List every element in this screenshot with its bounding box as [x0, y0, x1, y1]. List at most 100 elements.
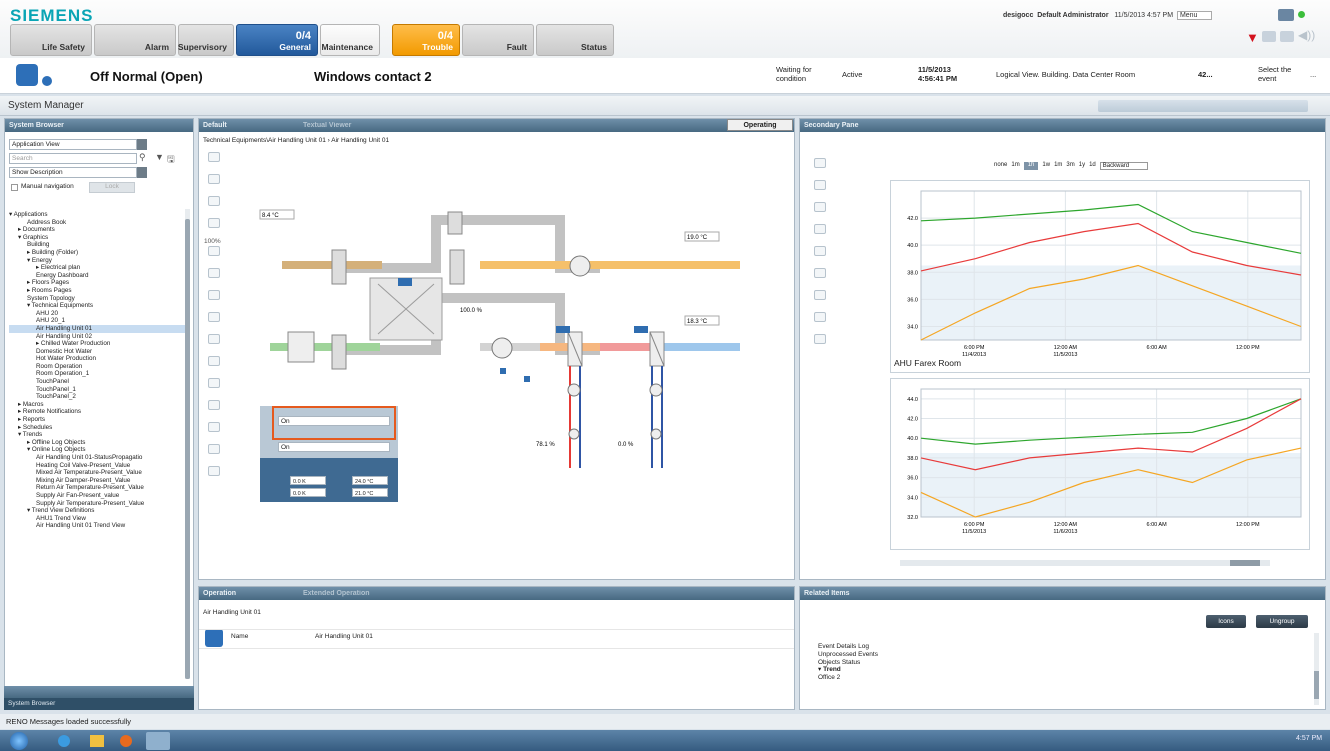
save-as-icon[interactable] — [814, 224, 826, 234]
media-icon[interactable] — [120, 735, 132, 747]
tree-item[interactable]: Supply Air Temperature-Present_Value — [9, 500, 185, 508]
grid-icon[interactable] — [208, 378, 220, 388]
tree-item[interactable]: Domestic Hot Water — [9, 348, 185, 356]
tree-item[interactable]: ▸ Chilled Water Production — [9, 340, 185, 348]
add-icon[interactable] — [814, 158, 826, 168]
category-general[interactable]: 0/4 General — [236, 24, 318, 56]
related-scrollbar[interactable] — [1314, 633, 1319, 705]
range-1m[interactable]: 1m — [1011, 162, 1019, 170]
trend-chart-2[interactable]: 44.0 42.0 40.0 38.0 36.0 34.0 32.0 6:00 PM 11/5/… — [890, 378, 1310, 550]
tree-item[interactable]: Energy Dashboard — [9, 272, 185, 280]
search-input[interactable]: Search — [9, 153, 137, 164]
tree-item[interactable]: ▾ Energy — [9, 257, 185, 265]
related-item[interactable]: Event Details Log — [818, 643, 878, 651]
settings-icon[interactable] — [814, 180, 826, 190]
category-fault[interactable]: Fault — [462, 24, 534, 56]
related-item[interactable]: Office 2 — [818, 674, 878, 682]
event-action[interactable]: Select the event — [1258, 65, 1296, 83]
tree-item[interactable]: AHU 20 — [9, 310, 185, 318]
trend-chart-1[interactable]: 42.0 40.0 38.0 36.0 34.0 6:00 PM 11/4/2013 12:0… — [890, 180, 1310, 373]
tree-item[interactable]: ▾ Technical Equipments — [9, 302, 185, 310]
setpoint-field[interactable]: 24.0 °C — [352, 476, 388, 485]
related-group[interactable]: ▾ Trend — [818, 666, 878, 674]
range-3m[interactable]: 3m — [1066, 162, 1074, 170]
tree-item[interactable]: ▸ Macros — [9, 401, 185, 409]
tree-item[interactable]: System Topology — [9, 295, 185, 303]
range-1d[interactable]: 1d — [1089, 162, 1096, 170]
browser-footer-tab[interactable] — [4, 686, 194, 698]
tree-item[interactable]: ▸ Remote Notifications — [9, 408, 185, 416]
tree-item[interactable]: AHU1 Trend View — [9, 515, 185, 523]
export-icon[interactable] — [814, 246, 826, 256]
category-life-safety[interactable]: Life Safety — [10, 24, 92, 56]
graphics-toolbar[interactable]: 100% — [202, 152, 228, 502]
offset-field[interactable]: 0.0 K — [290, 476, 326, 485]
range-1h[interactable]: 1h — [1023, 162, 1039, 170]
chart-scrollbar[interactable] — [900, 560, 1270, 566]
search-icon[interactable]: ⚲ — [139, 152, 146, 163]
tree-item[interactable]: Mixing Air Damper-Present_Value — [9, 477, 185, 485]
manual-nav-checkbox[interactable] — [11, 184, 18, 191]
tree-item[interactable]: TouchPanel — [9, 378, 185, 386]
tree-item[interactable]: Heating Coil Valve-Present_Value — [9, 462, 185, 470]
manual-nav-button[interactable]: Lock — [89, 182, 135, 193]
view-selector[interactable]: Application View — [9, 139, 137, 150]
pan-icon[interactable] — [814, 290, 826, 300]
pencil-icon[interactable] — [208, 152, 220, 162]
save-icon[interactable] — [814, 202, 826, 212]
fit-icon[interactable] — [208, 290, 220, 300]
tree-item[interactable]: ▸ Reports — [9, 416, 185, 424]
tree-item[interactable]: ▸ Documents — [9, 226, 185, 234]
tree-item[interactable]: ▸ Electrical plan — [9, 264, 185, 272]
direction-select[interactable]: Backward — [1099, 162, 1149, 170]
time-range-bar[interactable]: none 1m 1h 1w 1m 3m 1y 1d Backward — [994, 162, 1149, 170]
tree-item[interactable]: TouchPanel_1 — [9, 386, 185, 394]
tree-item[interactable]: ▾ Trend View Definitions — [9, 507, 185, 515]
tree-item[interactable]: ▸ Schedules — [9, 424, 185, 432]
zoom-in-icon[interactable] — [208, 196, 220, 206]
tree-item[interactable]: Air Handling Unit 01-StatusPropagatio — [9, 454, 185, 462]
tree-item[interactable]: ▸ Rooms Pages — [9, 287, 185, 295]
tree-item[interactable]: ▸ Floors Pages — [9, 279, 185, 287]
pan-icon[interactable] — [208, 246, 220, 256]
chevron-down-icon[interactable] — [137, 167, 147, 178]
print-icon[interactable] — [814, 334, 826, 344]
icons-button[interactable]: Icons — [1206, 615, 1246, 628]
cursor-icon[interactable] — [814, 312, 826, 322]
range-1mo[interactable]: 1m — [1054, 162, 1062, 170]
tree-item[interactable]: Supply Air Fan-Present_value — [9, 492, 185, 500]
event-more-button[interactable]: ... — [1310, 70, 1316, 79]
tree-item[interactable]: Building — [9, 241, 185, 249]
range-1w[interactable]: 1w — [1042, 162, 1050, 170]
monitor-icon[interactable] — [1278, 9, 1294, 21]
layers-icon[interactable] — [208, 356, 220, 366]
folder-icon[interactable] — [90, 735, 104, 747]
tab-default[interactable]: Default — [203, 119, 303, 132]
tree-item[interactable]: Return Air Temperature-Present_Value — [9, 484, 185, 492]
chevron-down-icon[interactable] — [137, 139, 147, 150]
zoom-icon[interactable] — [814, 268, 826, 278]
category-status[interactable]: Status — [536, 24, 614, 56]
range-1y[interactable]: 1y — [1079, 162, 1085, 170]
tab-extended-operation[interactable]: Extended Operation — [303, 587, 370, 600]
related-list[interactable]: Event Details Log Unprocessed Events Obj… — [818, 643, 878, 682]
tree-item[interactable]: TouchPanel_2 — [9, 393, 185, 401]
tree-item[interactable]: Air Handling Unit 02 — [9, 333, 185, 341]
tree-item[interactable]: ▾ Graphics — [9, 234, 185, 242]
tree-item[interactable]: ▸ Offline Log Objects — [9, 439, 185, 447]
ungroup-button[interactable]: Ungroup — [1256, 615, 1308, 628]
description-selector[interactable]: Show Description — [9, 167, 137, 178]
filter-icon[interactable]: ▼ — [155, 152, 164, 162]
window-icon[interactable] — [1262, 31, 1276, 42]
tab-operation[interactable]: Operation — [203, 587, 303, 600]
category-trouble[interactable]: 0/4 Trouble — [392, 24, 460, 56]
tree-item[interactable]: ▸ Building (Folder) — [9, 249, 185, 257]
tree-item[interactable]: ▾ Trends — [9, 431, 185, 439]
filter-icon[interactable]: ▼ — [1246, 30, 1259, 45]
search-zoom-icon[interactable] — [208, 268, 220, 278]
pump-command-field[interactable]: On — [278, 442, 390, 452]
hand-icon[interactable] — [208, 174, 220, 184]
tree-item[interactable]: Room Operation — [9, 363, 185, 371]
tree-item[interactable]: Address Book — [9, 219, 185, 227]
browser-icon[interactable] — [58, 735, 70, 747]
